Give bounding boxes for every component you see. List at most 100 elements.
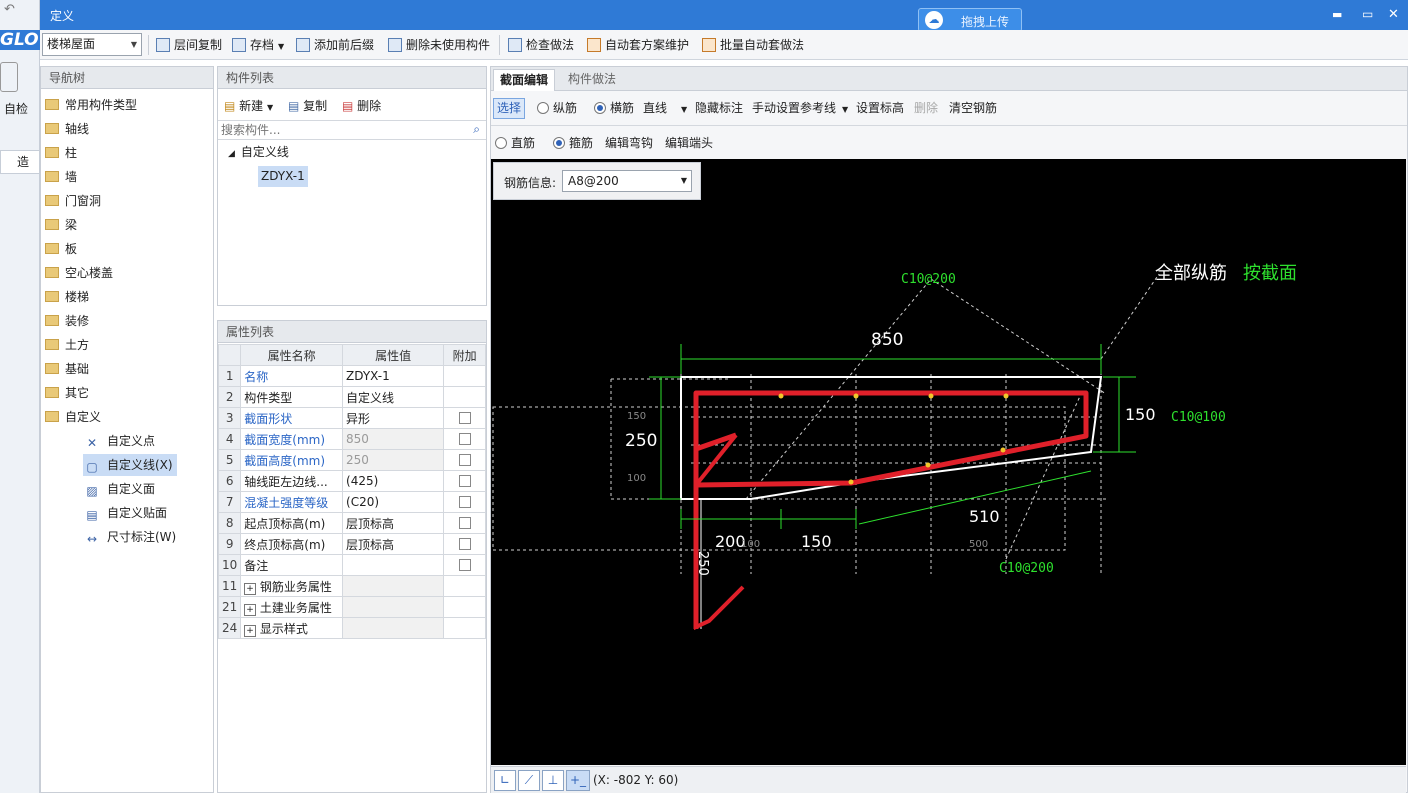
hide-label-button[interactable]: 隐藏标注 <box>695 97 743 119</box>
nav-item-decoration[interactable]: 装修 <box>45 310 89 332</box>
delete-button[interactable]: ▤ 删除 <box>342 97 381 114</box>
dimension-icon: ↔ <box>86 532 98 546</box>
copy-button[interactable]: ▤ 复制 <box>288 97 327 114</box>
small-150: 150 <box>627 411 646 422</box>
nav-item-opening[interactable]: 门窗洞 <box>45 190 101 212</box>
edit-hook-button[interactable]: 编辑弯钩 <box>605 132 653 154</box>
nav-item-axis[interactable]: 轴线 <box>45 118 89 140</box>
nav-item-foundation[interactable]: 基础 <box>45 358 89 380</box>
table-row[interactable]: 6 轴线距左边线... (425) <box>217 470 486 492</box>
manual-ref-dropdown[interactable]: 手动设置参考线 ▼ <box>752 97 848 119</box>
floor-select[interactable]: 楼梯屋面 ▼ <box>42 33 142 56</box>
drawing-canvas[interactable]: 钢筋信息: A8@200 ▼ 850 250 150 510 200 150 2… <box>491 159 1406 765</box>
nav-item-stair[interactable]: 楼梯 <box>45 286 89 308</box>
checkbox[interactable] <box>458 475 471 487</box>
nav-item-common[interactable]: 常用构件类型 <box>45 94 137 116</box>
radio-stirrup[interactable]: 箍筋 <box>553 132 593 154</box>
folder-icon <box>45 123 59 134</box>
radio-transverse[interactable]: 横筋 <box>594 97 634 119</box>
nav-sub-custom-overlay[interactable]: ▤ 自定义贴面 <box>85 502 167 524</box>
table-row[interactable]: 10 备注 <box>217 554 486 576</box>
set-elevation-button[interactable]: 设置标高 <box>856 97 904 119</box>
nav-item-earthwork[interactable]: 土方 <box>45 334 89 356</box>
maximize-button[interactable]: ▭ <box>1362 7 1373 21</box>
checkbox[interactable] <box>458 496 471 508</box>
nav-item-slab[interactable]: 板 <box>45 238 77 260</box>
select-button[interactable]: 选择 <box>493 98 525 119</box>
checkbox[interactable] <box>458 412 471 424</box>
tab-component-method[interactable]: 构件做法 <box>561 69 623 91</box>
close-button[interactable]: ✕ <box>1388 7 1399 22</box>
nav-item-column[interactable]: 柱 <box>45 142 77 164</box>
floor-copy-button[interactable]: 层间复制 <box>154 36 222 54</box>
checkbox[interactable] <box>458 433 471 445</box>
nav-tree-list: 常用构件类型 轴线 柱 墙 门窗洞 梁 板 空心楼盖 楼梯 装修 土方 基础 其… <box>45 94 210 554</box>
dim-510: 510 <box>969 507 1000 526</box>
clear-rebar-button[interactable]: 清空钢筋 <box>949 97 997 119</box>
checkbox[interactable] <box>458 559 471 571</box>
nav-sub-custom-line[interactable]: ▢ 自定义线(X) <box>83 454 177 476</box>
small-100: 100 <box>627 473 646 484</box>
search-input[interactable] <box>218 121 458 139</box>
table-row[interactable]: 11 + 钢筋业务属性 <box>217 575 486 597</box>
radio-straight[interactable]: 直筋 <box>495 132 535 154</box>
diagonal-icon[interactable]: ⟋ <box>518 770 540 791</box>
checkbox[interactable] <box>458 538 471 550</box>
nav-sub-dimension[interactable]: ↔ 尺寸标注(W) <box>85 526 176 548</box>
delete-unused-button[interactable]: 删除未使用构件 <box>386 36 490 54</box>
section-drawing: 850 250 150 510 200 150 250 150 100 100 … <box>492 263 1297 631</box>
editor-tabs: 截面编辑 构件做法 <box>491 67 1407 91</box>
nav-item-beam[interactable]: 梁 <box>45 214 77 236</box>
search-icon[interactable]: ⌕ <box>473 122 480 137</box>
line-mode-dropdown[interactable]: 直线 ▼ <box>643 97 687 119</box>
nav-item-custom[interactable]: 自定义 <box>45 406 101 428</box>
table-row[interactable]: 2 构件类型 自定义线 <box>217 386 486 408</box>
add-prefix-button[interactable]: 添加前后缀 <box>294 36 374 54</box>
folder-icon <box>45 339 59 350</box>
left-tab[interactable]: 造价 <box>0 150 40 174</box>
copy-layers-icon <box>156 38 170 52</box>
table-row[interactable]: 4 截面宽度(mm) 850 <box>217 428 486 450</box>
table-row[interactable]: 3 截面形状 异形 <box>217 407 486 429</box>
checkbox[interactable] <box>458 517 471 529</box>
checkbox[interactable] <box>458 454 471 466</box>
table-row[interactable]: 1 名称 ZDYX-1 <box>217 365 486 387</box>
nav-tree-panel: 导航树 常用构件类型 轴线 柱 墙 门窗洞 梁 板 空心楼盖 楼梯 装修 土方 … <box>40 66 214 793</box>
auto-plan-button[interactable]: 自动套方案维护 <box>585 36 689 54</box>
small-500: 500 <box>969 539 988 550</box>
upload-button[interactable]: ☁ 拖拽上传 <box>918 8 1022 32</box>
new-button[interactable]: ▤ 新建 ▼ <box>224 97 273 114</box>
list-delete-icon <box>388 38 402 52</box>
tree-group-custom-line[interactable]: ◢ 自定义线 <box>228 143 289 160</box>
component-item-zdyx1[interactable]: ZDYX-1 <box>258 166 308 187</box>
check-icon[interactable] <box>0 62 18 92</box>
perpendicular-icon[interactable]: ⊥ <box>542 770 564 791</box>
snap-icon[interactable]: +_ <box>566 770 590 791</box>
minimize-button[interactable]: ▬ <box>1332 8 1342 21</box>
property-panel: 属性列表 属性名称 属性值 附加 1 名称 ZDYX-1 2 构件类型 自定义线 3 截面形状… <box>217 320 487 793</box>
search-box[interactable]: ⌕ <box>218 120 486 140</box>
check-method-button[interactable]: 检查做法 <box>506 36 574 54</box>
nav-sub-custom-point[interactable]: ✕ 自定义点 <box>85 430 155 452</box>
prefix-icon <box>296 38 310 52</box>
table-row[interactable]: 5 截面高度(mm) 250 <box>217 449 486 471</box>
archive-button[interactable]: 存档 ▼ <box>230 36 284 54</box>
table-row[interactable]: 21 + 土建业务属性 <box>217 596 486 618</box>
stirrup-rebar[interactable] <box>693 390 1089 629</box>
table-row[interactable]: 8 起点顶标高(m) 层顶标高 <box>217 512 486 534</box>
ortho-icon[interactable]: ∟ <box>494 770 516 791</box>
table-row[interactable]: 7 混凝土强度等级 (C20) <box>217 491 486 513</box>
table-row[interactable]: 24 + 显示样式 <box>217 617 486 639</box>
check-label[interactable]: 自检 <box>4 100 28 117</box>
nav-item-other[interactable]: 其它 <box>45 382 89 404</box>
undo-icon[interactable]: ↶ <box>4 2 15 17</box>
tab-section-edit[interactable]: 截面编辑 <box>493 69 555 91</box>
nav-item-wall[interactable]: 墙 <box>45 166 77 188</box>
table-row[interactable]: 9 终点顶标高(m) 层顶标高 <box>217 533 486 555</box>
nav-sub-custom-face[interactable]: ▨ 自定义面 <box>85 478 155 500</box>
edit-end-button[interactable]: 编辑端头 <box>665 132 713 154</box>
delete-disabled-button[interactable]: 删除 <box>914 97 938 119</box>
radio-longitudinal[interactable]: 纵筋 <box>537 97 577 119</box>
batch-auto-button[interactable]: 批量自动套做法 <box>700 36 804 54</box>
nav-item-hollow-slab[interactable]: 空心楼盖 <box>45 262 113 284</box>
